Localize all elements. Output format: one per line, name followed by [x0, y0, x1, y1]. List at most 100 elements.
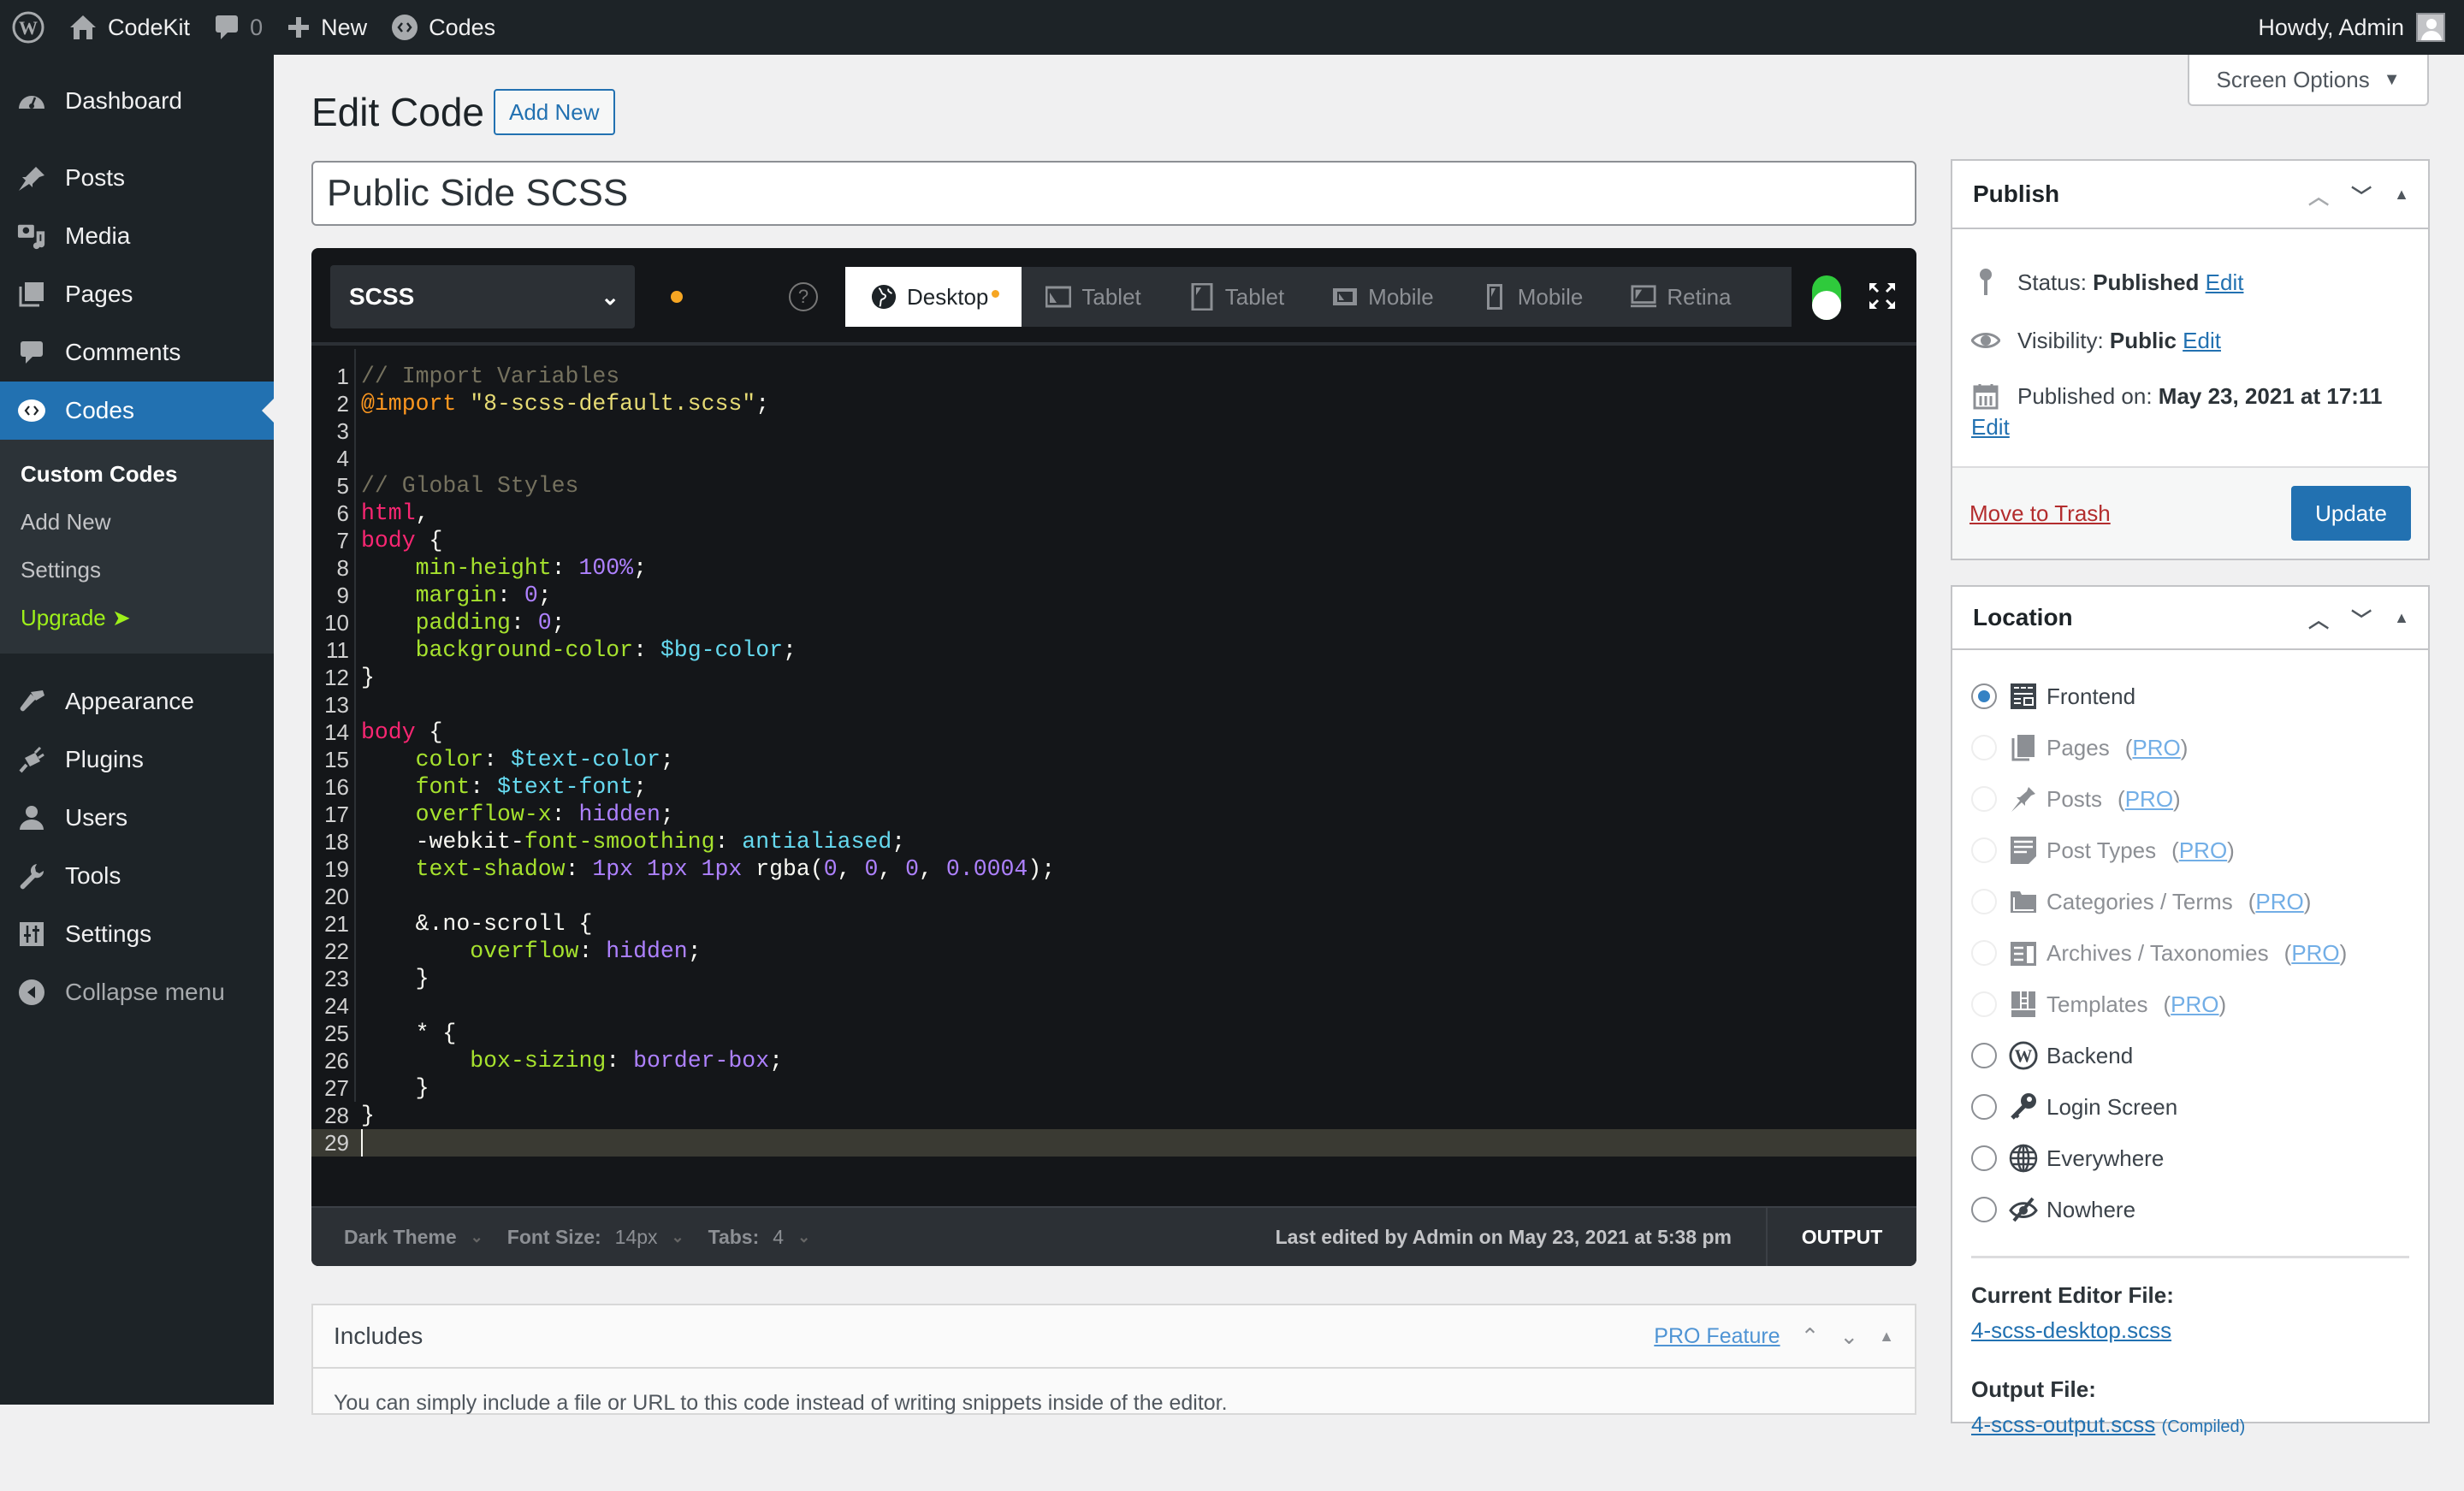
location-radio[interactable] [1971, 1197, 1997, 1222]
help-icon[interactable]: ? [789, 282, 818, 311]
pro-link[interactable]: PRO [2125, 786, 2173, 812]
device-tab-retina[interactable]: Retina [1607, 267, 1755, 327]
toggle-panel-icon[interactable]: ▲ [1879, 1328, 1894, 1346]
code-line[interactable]: 4​ [311, 445, 1916, 472]
code-line[interactable]: 17 overflow-x: hidden; [311, 801, 1916, 828]
collapse-menu-button[interactable]: Collapse menu [0, 963, 274, 1021]
sidebar-item-posts[interactable]: Posts [0, 149, 274, 207]
submenu-custom-codes[interactable]: Custom Codes [0, 450, 274, 498]
location-option[interactable]: Login Screen [1971, 1081, 2409, 1133]
code-line[interactable]: 8 min-height: 100%; [311, 554, 1916, 582]
sidebar-item-media[interactable]: Media [0, 207, 274, 265]
sidebar-item-tools[interactable]: Tools [0, 847, 274, 905]
font-size-select[interactable]: Font Size: 14px ⌄ [483, 1226, 684, 1249]
sidebar-item-plugins[interactable]: Plugins [0, 731, 274, 789]
location-radio[interactable] [1971, 1043, 1997, 1068]
code-line[interactable]: 2 @import "8-scss-default.scss"; [311, 390, 1916, 417]
move-up-icon[interactable]: ︿ [2308, 603, 2329, 633]
move-down-icon[interactable]: ⌄ [1839, 1323, 1858, 1350]
code-area[interactable]: 1// Import Variables 2 @import "8-scss-def… [311, 349, 1916, 1157]
location-radio[interactable] [1971, 683, 1997, 709]
edit-status-link[interactable]: Edit [2206, 269, 2244, 295]
device-tab-mobile-portrait[interactable]: Mobile [1458, 267, 1608, 327]
location-option[interactable]: W Backend [1971, 1030, 2409, 1081]
pro-link[interactable]: PRO [2255, 889, 2303, 914]
fullscreen-icon[interactable] [1867, 281, 1898, 311]
sidebar-item-appearance[interactable]: Appearance [0, 672, 274, 731]
site-name-link[interactable]: CodeKit [56, 0, 202, 55]
code-line[interactable]: 3​ [311, 417, 1916, 445]
code-line[interactable]: 26 box-sizing: border-box; [311, 1047, 1916, 1074]
sidebar-item-comments[interactable]: Comments [0, 323, 274, 382]
update-button[interactable]: Update [2291, 486, 2411, 541]
device-tab-tablet-portrait[interactable]: Tablet [1165, 267, 1308, 327]
sidebar-item-codes[interactable]: Codes [0, 382, 274, 440]
code-line[interactable]: 27 } [311, 1074, 1916, 1102]
code-line[interactable]: 1 // Import Variables [311, 363, 1916, 390]
code-line[interactable]: 10 padding: 0; [311, 609, 1916, 636]
codes-link[interactable]: Codes [379, 0, 507, 55]
move-down-icon[interactable]: ﹀ [2351, 603, 2372, 633]
move-up-icon[interactable]: ︿ [2308, 180, 2329, 210]
wordpress-logo-button[interactable]: W [0, 0, 56, 55]
status-toggle[interactable] [1812, 275, 1841, 320]
submenu-settings[interactable]: Settings [0, 546, 274, 594]
code-line[interactable]: 16 font: $text-font; [311, 773, 1916, 801]
code-line[interactable]: 5 // Global Styles [311, 472, 1916, 500]
pro-feature-link[interactable]: PRO Feature [1654, 1324, 1780, 1349]
code-line[interactable]: 6 html, [311, 500, 1916, 527]
move-to-trash-link[interactable]: Move to Trash [1969, 500, 2111, 527]
pro-link[interactable]: PRO [2291, 940, 2339, 966]
device-tab-tablet-landscape[interactable]: Tablet [1022, 267, 1164, 327]
comments-link[interactable]: 0 [202, 0, 275, 55]
location-radio[interactable] [1971, 1145, 1997, 1171]
screen-options-button[interactable]: Screen Options ▼ [2188, 55, 2429, 106]
current-file-link[interactable]: 4-scss-desktop.scss [1971, 1317, 2171, 1343]
submenu-add-new[interactable]: Add New [0, 498, 274, 546]
output-button[interactable]: OUTPUT [1766, 1207, 1916, 1266]
tabs-select[interactable]: Tabs: 4 ⌄ [684, 1226, 811, 1249]
add-new-button[interactable]: Add New [494, 89, 615, 135]
my-account-link[interactable]: Howdy, Admin [2258, 13, 2464, 42]
new-content-link[interactable]: New [275, 0, 379, 55]
sidebar-item-pages[interactable]: Pages [0, 265, 274, 323]
code-line[interactable]: 19 text-shadow: 1px 1px 1px rgba(0, 0, 0… [311, 855, 1916, 883]
code-line[interactable]: 7 body { [311, 527, 1916, 554]
location-option[interactable]: Frontend [1971, 671, 2409, 722]
code-line[interactable]: 25 * { [311, 1020, 1916, 1047]
pro-link[interactable]: PRO [2179, 837, 2227, 863]
theme-select[interactable]: Dark Theme ⌄ [311, 1226, 483, 1249]
code-line[interactable]: 13​ [311, 691, 1916, 719]
output-file-link[interactable]: 4-scss-output.scss [1971, 1411, 2155, 1437]
edit-date-link[interactable]: Edit [1971, 414, 2010, 440]
move-down-icon[interactable]: ﹀ [2351, 180, 2372, 210]
code-line[interactable]: 28} [311, 1102, 1916, 1129]
code-line[interactable]: 23 } [311, 965, 1916, 992]
code-line[interactable]: 11 background-color: $bg-color; [311, 636, 1916, 664]
sidebar-item-dashboard[interactable]: Dashboard [0, 72, 274, 130]
sidebar-item-settings[interactable]: Settings [0, 905, 274, 963]
code-line[interactable]: 29 ​ [311, 1129, 1916, 1157]
move-up-icon[interactable]: ⌃ [1801, 1323, 1820, 1350]
device-tab-mobile-landscape[interactable]: Mobile [1308, 267, 1458, 327]
submenu-upgrade[interactable]: Upgrade ➤ [0, 594, 274, 642]
edit-visibility-link[interactable]: Edit [2183, 328, 2221, 353]
pro-link[interactable]: PRO [2132, 735, 2180, 760]
code-line[interactable]: 12} [311, 664, 1916, 691]
sidebar-item-users[interactable]: Users [0, 789, 274, 847]
pro-link[interactable]: PRO [2171, 991, 2218, 1017]
location-option[interactable]: Everywhere [1971, 1133, 2409, 1184]
code-line[interactable]: 24​ [311, 992, 1916, 1020]
location-option[interactable]: Nowhere [1971, 1184, 2409, 1235]
code-line[interactable]: 15 color: $text-color; [311, 746, 1916, 773]
location-radio[interactable] [1971, 1094, 1997, 1120]
language-select[interactable]: SCSS ⌄ [330, 265, 635, 328]
toggle-panel-icon[interactable]: ▲ [2394, 186, 2409, 204]
toggle-panel-icon[interactable]: ▲ [2394, 609, 2409, 627]
post-title-input[interactable] [311, 161, 1916, 226]
code-line[interactable]: 20​ [311, 883, 1916, 910]
code-line[interactable]: 9 margin: 0; [311, 582, 1916, 609]
code-line[interactable]: 21 &.no-scroll { [311, 910, 1916, 938]
code-line[interactable]: 22 overflow: hidden; [311, 938, 1916, 965]
code-line[interactable]: 18 -webkit-font-smoothing: antialiased; [311, 828, 1916, 855]
